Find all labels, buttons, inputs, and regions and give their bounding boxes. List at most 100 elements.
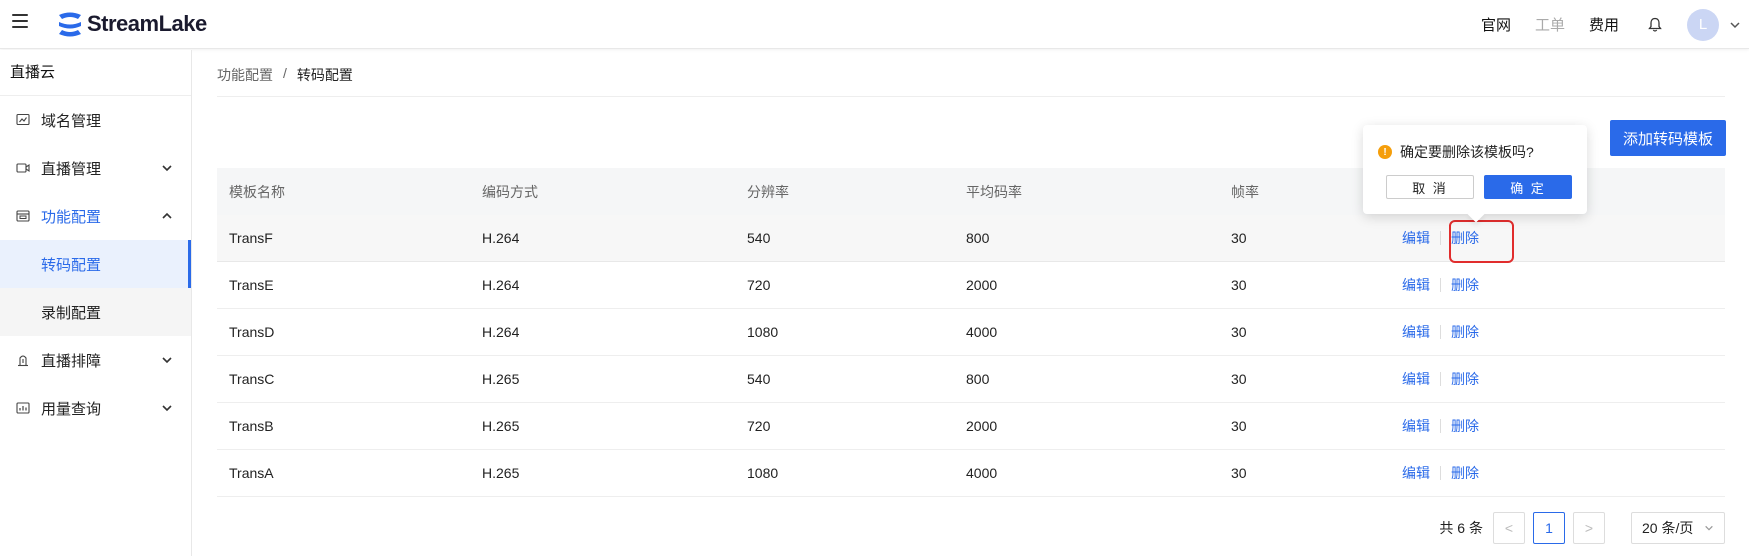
cell-fps: 30 (1231, 418, 1247, 434)
sidebar-item-label: 用量查询 (41, 400, 102, 418)
chevron-down-icon (162, 405, 172, 412)
chevron-down-icon (162, 165, 172, 172)
sidebar-title: 直播云 (0, 50, 191, 96)
action-divider (1440, 372, 1441, 386)
cell-fps: 30 (1231, 371, 1247, 387)
sidebar-item-recording[interactable]: 录制配置 (0, 288, 191, 336)
cell-resolution: 1080 (747, 324, 779, 340)
delete-link[interactable]: 删除 (1451, 463, 1479, 483)
edit-link[interactable]: 编辑 (1402, 416, 1430, 436)
nav-tickets[interactable]: 工单 (1535, 14, 1565, 35)
table-row: TransD H.264 1080 4000 30 编辑 删除 (217, 309, 1725, 356)
divider (217, 96, 1725, 97)
sidebar: 直播云 域名管理 直播管理 功能配置 转码配置 录制配置 直播排障 用量查询 (0, 50, 192, 556)
table-row: TransB H.265 720 2000 30 编辑 删除 (217, 403, 1725, 450)
edit-link[interactable]: 编辑 (1402, 369, 1430, 389)
breadcrumb-current: 转码配置 (296, 67, 353, 83)
page-button-1[interactable]: 1 (1533, 512, 1565, 544)
nav-billing[interactable]: 费用 (1589, 14, 1619, 35)
cell-fps: 30 (1231, 230, 1247, 246)
cell-fps: 30 (1231, 277, 1247, 293)
column-header-resolution: 分辨率 (747, 183, 789, 200)
sidebar-item-label: 直播排障 (41, 352, 102, 370)
breadcrumb-parent[interactable]: 功能配置 (217, 65, 273, 85)
chevron-down-icon (162, 357, 172, 364)
avatar[interactable]: L (1687, 8, 1719, 41)
table-row: TransA H.265 1080 4000 30 编辑 删除 (217, 450, 1725, 497)
cell-fps: 30 (1231, 324, 1247, 340)
cell-bitrate: 800 (966, 230, 990, 246)
next-page-button[interactable]: > (1573, 512, 1605, 544)
delete-highlight-box (1449, 220, 1514, 263)
cell-resolution: 540 (747, 230, 771, 246)
edit-link[interactable]: 编辑 (1402, 463, 1430, 483)
action-divider (1440, 466, 1441, 480)
action-divider (1440, 231, 1441, 245)
top-header: StreamLake 官网 工单 费用 L (0, 0, 1749, 49)
warning-icon: ! (1378, 145, 1392, 159)
usage-icon (16, 402, 30, 414)
cell-name: TransD (229, 324, 275, 340)
delete-link[interactable]: 删除 (1451, 416, 1479, 436)
cell-name: TransA (229, 465, 274, 481)
edit-link[interactable]: 编辑 (1402, 322, 1430, 342)
pagination: 共 6 条 < 1 > 20 条/页 (1439, 512, 1725, 544)
sidebar-item-transcode[interactable]: 转码配置 (0, 240, 191, 288)
delete-link[interactable]: 删除 (1451, 369, 1479, 389)
streamlake-logo-icon (59, 12, 81, 37)
sidebar-item-features[interactable]: 功能配置 (0, 192, 191, 240)
sidebar-item-label: 直播管理 (41, 160, 102, 178)
cell-codec: H.264 (482, 230, 520, 246)
prev-page-button[interactable]: < (1493, 512, 1525, 544)
menu-icon[interactable] (12, 14, 28, 28)
column-header-codec: 编码方式 (482, 183, 538, 200)
sidebar-item-label: 录制配置 (41, 304, 102, 322)
brand-name: StreamLake (87, 11, 207, 36)
breadcrumb-separator: / (283, 65, 287, 81)
sidebar-item-troubleshoot[interactable]: 直播排障 (0, 336, 191, 384)
cell-codec: H.264 (482, 324, 520, 340)
table-row: TransE H.264 720 2000 30 编辑 删除 (217, 262, 1725, 309)
nav-official-site[interactable]: 官网 (1481, 14, 1511, 35)
chevron-up-icon (162, 212, 172, 219)
sidebar-item-label: 转码配置 (41, 256, 102, 274)
edit-link[interactable]: 编辑 (1402, 275, 1430, 295)
domain-icon (16, 113, 30, 126)
bell-icon[interactable] (1647, 17, 1663, 33)
table-row: TransC H.265 540 800 30 编辑 删除 (217, 356, 1725, 403)
config-icon (16, 210, 30, 222)
add-transcode-template-button[interactable]: 添加转码模板 (1610, 120, 1726, 156)
cell-codec: H.265 (482, 465, 520, 481)
cell-codec: H.265 (482, 371, 520, 387)
cell-resolution: 720 (747, 418, 771, 434)
sidebar-item-domain[interactable]: 域名管理 (0, 96, 191, 144)
page-size-value: 20 条/页 (1642, 520, 1694, 536)
cell-codec: H.264 (482, 277, 520, 293)
edit-link[interactable]: 编辑 (1402, 228, 1430, 248)
cell-name: TransF (229, 230, 273, 246)
cell-name: TransE (229, 277, 274, 293)
sidebar-item-usage[interactable]: 用量查询 (0, 384, 191, 432)
cell-codec: H.265 (482, 418, 520, 434)
cell-fps: 30 (1231, 465, 1247, 481)
delete-link[interactable]: 删除 (1451, 275, 1479, 295)
confirm-message: 确定要删除该模板吗? (1400, 144, 1534, 160)
confirm-button[interactable]: 确 定 (1484, 175, 1572, 199)
chevron-left-icon: < (1504, 520, 1514, 536)
column-header-name: 模板名称 (229, 183, 285, 200)
sidebar-item-live[interactable]: 直播管理 (0, 144, 191, 192)
transcode-template-table: 模板名称 编码方式 分辨率 平均码率 帧率 TransF H.264 540 8… (217, 168, 1725, 497)
chevron-down-icon[interactable] (1729, 19, 1741, 31)
breadcrumb: 功能配置 / 转码配置 (217, 65, 353, 85)
delete-link[interactable]: 删除 (1451, 322, 1479, 342)
total-count: 共 6 条 (1439, 520, 1483, 536)
cell-bitrate: 4000 (966, 324, 998, 340)
page-size-select[interactable]: 20 条/页 (1631, 512, 1725, 544)
sidebar-item-label: 功能配置 (41, 208, 102, 226)
cell-bitrate: 4000 (966, 465, 998, 481)
action-divider (1440, 278, 1441, 292)
action-divider (1440, 325, 1441, 339)
cancel-button[interactable]: 取 消 (1386, 175, 1474, 199)
cell-bitrate: 2000 (966, 418, 998, 434)
streamlake-logo[interactable]: StreamLake (56, 11, 207, 37)
